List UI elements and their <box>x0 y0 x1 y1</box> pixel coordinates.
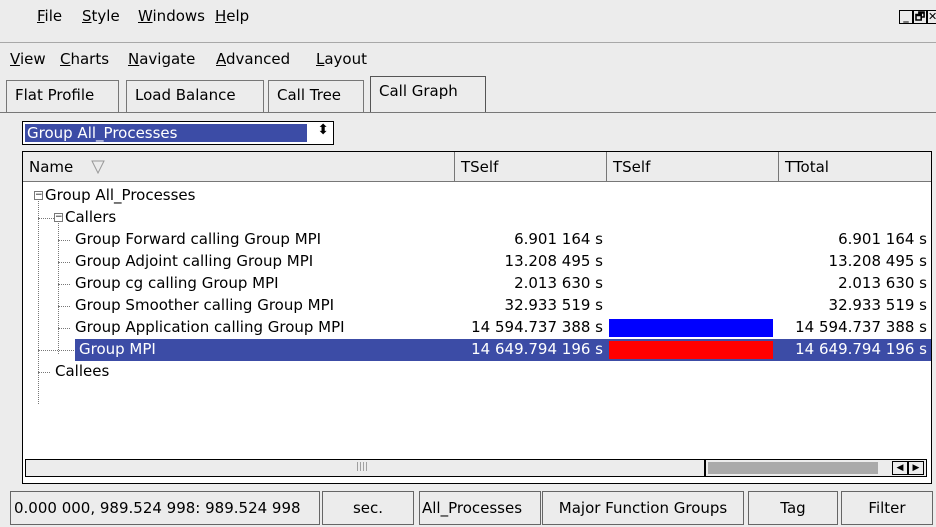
restore-icon[interactable]: 🗗 <box>913 10 927 24</box>
tree-branch <box>58 306 70 307</box>
scroll-grip-icon: |||| <box>356 462 369 472</box>
menu-charts[interactable]: Charts <box>60 50 109 68</box>
menu-view[interactable]: View <box>10 50 46 68</box>
row-ttotal: 14 594.737 388 s <box>795 318 927 336</box>
tab-bar-line <box>0 112 936 113</box>
group-select[interactable]: Group All_Processes ⬍ <box>22 121 334 145</box>
row-name: Group Adjoint calling Group MPI <box>75 252 314 270</box>
column-header-tself[interactable]: TSelf <box>455 152 607 182</box>
row-ttotal: 14 649.794 196 s <box>795 340 927 358</box>
second-menubar: View Charts Navigate Advanced Layout <box>0 43 936 75</box>
row-name: Callees <box>55 362 110 380</box>
close-icon[interactable]: ✕ <box>927 10 936 24</box>
table-row[interactable]: Group cg calling Group MPI 2.013 630 s 2… <box>23 273 931 295</box>
tself-bar <box>609 341 773 359</box>
row-name: Group Smoother calling Group MPI <box>75 296 335 314</box>
row-name: Group cg calling Group MPI <box>75 274 279 292</box>
minimize-icon[interactable]: _ <box>899 10 913 24</box>
menu-windows[interactable]: Windows <box>138 7 205 25</box>
group-select-value: Group All_Processes <box>25 124 307 142</box>
collapse-toggle-icon[interactable]: − <box>34 191 43 200</box>
scrollbar-thumb[interactable] <box>708 462 878 474</box>
tree-branch <box>58 328 70 329</box>
menu-layout[interactable]: Layout <box>316 50 367 68</box>
table-row[interactable]: Callees <box>23 361 931 383</box>
table-row[interactable]: Group Adjoint calling Group MPI 13.208 4… <box>23 251 931 273</box>
tself-bar <box>609 319 773 337</box>
column-header-tself-bar[interactable]: TSelf <box>607 152 779 182</box>
menu-style[interactable]: Style <box>82 7 120 25</box>
tree-branch <box>58 284 70 285</box>
filter-button[interactable]: Filter <box>841 491 933 525</box>
status-processes-button[interactable]: All_Processes <box>419 491 541 525</box>
tree-branch <box>38 372 50 373</box>
tab-call-tree[interactable]: Call Tree <box>268 80 364 112</box>
menu-help[interactable]: Help <box>215 7 249 25</box>
name-column-scrollbar[interactable]: |||| <box>25 459 705 477</box>
column-header-ttotal[interactable]: TTotal <box>779 152 931 182</box>
table-row[interactable]: Group Forward calling Group MPI 6.901 16… <box>23 229 931 251</box>
menu-advanced[interactable]: Advanced <box>216 50 290 68</box>
row-tself: 2.013 630 s <box>514 274 603 292</box>
tree-branch <box>38 350 74 351</box>
status-unit-button[interactable]: sec. <box>322 491 414 525</box>
tree-branch <box>38 218 54 219</box>
row-tself: 14 649.794 196 s <box>471 340 603 358</box>
table-row-selected[interactable]: Group MPI 14 649.794 196 s 14 649.794 19… <box>75 339 931 361</box>
row-ttotal: 32.933 519 s <box>828 296 927 314</box>
tree-branch <box>58 262 70 263</box>
updown-arrow-icon: ⬍ <box>317 122 329 138</box>
table-row[interactable]: Group Smoother calling Group MPI 32.933 … <box>23 295 931 317</box>
row-tself: 13.208 495 s <box>504 252 603 270</box>
row-tself: 14 594.737 388 s <box>471 318 603 336</box>
row-name: Group Application calling Group MPI <box>75 318 345 336</box>
row-tself: 6.901 164 s <box>514 230 603 248</box>
table-row[interactable]: − Callers <box>23 207 931 229</box>
column-name-label: Name <box>29 158 74 176</box>
row-name: Group MPI <box>79 340 156 358</box>
tab-load-balance[interactable]: Load Balance <box>126 80 264 112</box>
row-ttotal: 13.208 495 s <box>828 252 927 270</box>
tree-branch <box>58 240 70 241</box>
row-ttotal: 6.901 164 s <box>838 230 927 248</box>
table-row[interactable]: Group Application calling Group MPI 14 5… <box>23 317 931 339</box>
row-name: Callers <box>65 208 117 226</box>
status-function-groups-button[interactable]: Major Function Groups <box>542 491 744 525</box>
status-time-range: 0.000 000, 989.524 998: 989.524 998 <box>10 491 320 525</box>
sort-triangle-icon <box>91 160 105 174</box>
row-tself: 32.933 519 s <box>504 296 603 314</box>
scroll-left-icon[interactable]: ◀ <box>892 461 908 475</box>
data-columns-scrollbar[interactable]: ◀ ▶ <box>705 459 927 477</box>
tab-flat-profile[interactable]: Flat Profile <box>6 80 119 112</box>
collapse-toggle-icon[interactable]: − <box>54 213 63 222</box>
scroll-right-icon[interactable]: ▶ <box>908 461 924 475</box>
menu-file[interactable]: File <box>37 7 62 25</box>
tab-call-graph[interactable]: Call Graph <box>370 76 486 113</box>
top-menubar: File Style Windows Help _ 🗗 ✕ <box>0 0 936 33</box>
table-row[interactable]: − Group All_Processes <box>23 185 931 207</box>
call-graph-table[interactable]: Name TSelf TSelf TTotal − Group All_Proc… <box>22 151 932 484</box>
row-name: Group All_Processes <box>45 186 196 204</box>
row-name: Group Forward calling Group MPI <box>75 230 322 248</box>
tag-button[interactable]: Tag <box>748 491 838 525</box>
column-header-name[interactable]: Name <box>23 152 455 182</box>
menu-navigate[interactable]: Navigate <box>128 50 195 68</box>
row-ttotal: 2.013 630 s <box>838 274 927 292</box>
